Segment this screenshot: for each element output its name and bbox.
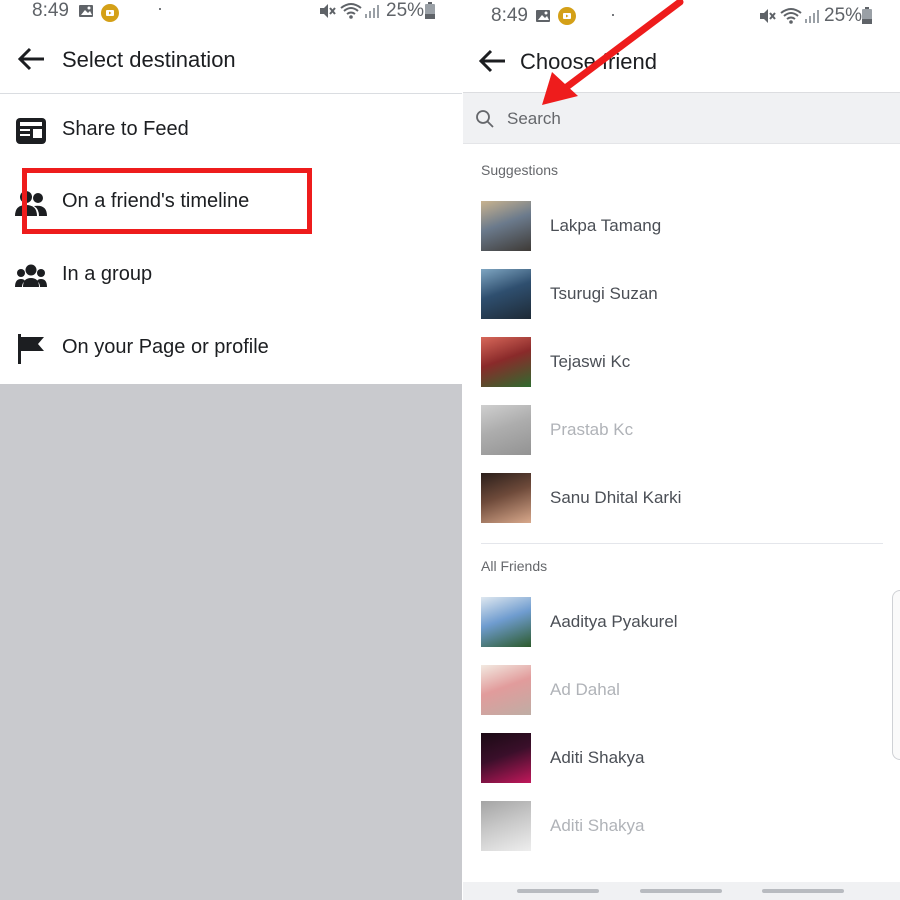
flag-icon <box>18 334 44 364</box>
wifi-icon <box>340 3 362 19</box>
friend-row[interactable]: Prastab Kc <box>463 396 900 464</box>
avatar <box>481 269 531 319</box>
group-icon <box>15 264 47 287</box>
red-annotation-arrow <box>542 0 684 105</box>
suggestions-heading: Suggestions <box>481 162 559 178</box>
option-label: Share to Feed <box>62 118 189 140</box>
avatar <box>481 405 531 455</box>
signal-icon <box>365 5 379 18</box>
nav-pill-right[interactable] <box>762 889 844 893</box>
nav-pill-center[interactable] <box>640 889 722 893</box>
friend-row[interactable]: Aaditya Pyakurel <box>463 588 900 656</box>
friend-row[interactable]: Sanu Dhital Karki <box>463 464 900 532</box>
battery-percentage: 25% <box>386 0 425 21</box>
option-label: On your Page or profile <box>62 336 269 358</box>
group-option[interactable]: In a group <box>0 239 462 311</box>
friend-row[interactable]: Ad Dahal <box>463 656 900 724</box>
friend-name: Prastab Kc <box>550 420 634 439</box>
avatar <box>481 733 531 783</box>
friend-row[interactable]: Tejaswi Kc <box>463 328 900 396</box>
friend-name: Aditi Shakya <box>550 748 645 767</box>
choose-friend-screen: 8:49 · 25% Choose friend Search Suggesti… <box>463 0 900 900</box>
avatar <box>481 201 531 251</box>
wifi-icon <box>780 8 802 24</box>
avatar <box>481 597 531 647</box>
friend-name: Tejaswi Kc <box>550 352 631 371</box>
back-arrow-icon[interactable] <box>477 46 507 76</box>
friend-name: Lakpa Tamang <box>550 216 662 235</box>
status-time: 8:49 <box>491 5 528 26</box>
battery-percentage: 25% <box>824 5 863 26</box>
navigation-bar <box>463 882 900 900</box>
back-arrow-icon[interactable] <box>16 44 46 74</box>
nav-pill-left[interactable] <box>517 889 599 893</box>
friend-name: Aaditya Pyakurel <box>550 612 678 631</box>
notification-badge-icon <box>101 4 119 22</box>
gallery-icon <box>79 5 93 17</box>
friend-name: Aditi Shakya <box>550 816 645 835</box>
app-bar: Select destination <box>0 30 462 94</box>
friend-name: Ad Dahal <box>550 680 620 699</box>
mute-icon <box>320 4 336 18</box>
red-highlight-box <box>22 168 312 234</box>
all-friends-heading: All Friends <box>481 558 548 574</box>
status-bar: 8:49 · 25% <box>0 0 462 26</box>
avatar <box>481 337 531 387</box>
battery-icon <box>425 2 435 19</box>
avatar <box>481 473 531 523</box>
page-or-profile-option[interactable]: On your Page or profile <box>0 312 462 384</box>
section-divider <box>481 543 883 544</box>
dot-icon: · <box>157 0 163 18</box>
avatar <box>481 665 531 715</box>
friend-row[interactable]: Tsurugi Suzan <box>463 260 900 328</box>
page-title: Select destination <box>62 47 236 72</box>
status-time: 8:49 <box>32 0 69 21</box>
friend-row[interactable]: Aditi Shakya <box>463 724 900 792</box>
feed-icon <box>16 118 46 144</box>
scroll-handle[interactable] <box>892 590 900 760</box>
battery-icon <box>862 7 872 24</box>
friend-name: Sanu Dhital Karki <box>550 488 682 507</box>
signal-icon <box>805 10 819 23</box>
avatar <box>481 801 531 851</box>
mute-icon <box>760 9 776 23</box>
dimmed-background <box>0 384 462 900</box>
search-icon <box>476 110 494 128</box>
select-destination-screen: 8:49 · 25% Select destination Share to F… <box>0 0 462 900</box>
friend-row[interactable]: Lakpa Tamang <box>463 192 900 260</box>
friend-name: Tsurugi Suzan <box>550 284 658 303</box>
friend-row[interactable]: Aditi Shakya <box>463 792 900 860</box>
share-to-feed-option[interactable]: Share to Feed <box>0 94 462 166</box>
option-label: In a group <box>62 263 153 285</box>
